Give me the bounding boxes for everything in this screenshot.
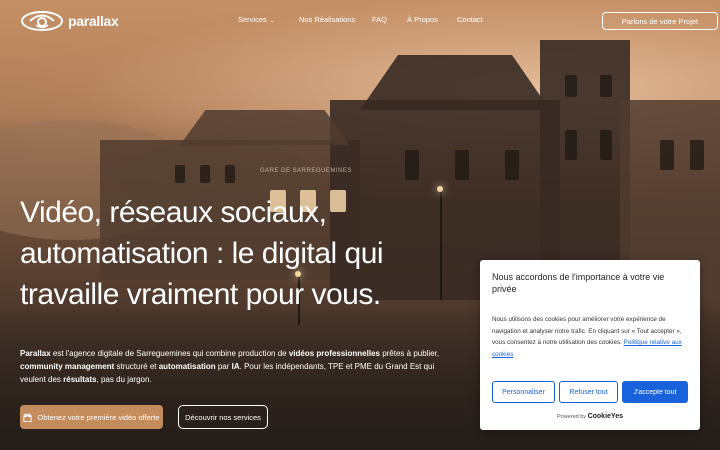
intro-segment: Parallax xyxy=(20,349,51,358)
headline-line: travaille vraiment pour vous. xyxy=(20,278,381,311)
intro-segment: structuré et xyxy=(114,362,159,371)
cookie-powered-by: Powered by CookieYes xyxy=(480,413,700,420)
discover-services-button[interactable]: Découvrir nos services xyxy=(178,405,268,429)
powered-by-label: Powered by xyxy=(557,414,587,420)
cookie-reject-button[interactable]: Refuser tout xyxy=(559,381,618,403)
cookie-accept-button[interactable]: J'accepte tout xyxy=(622,381,688,403)
cookie-title: Nous accordons de l'importance à votre v… xyxy=(492,272,665,294)
intro-segment: est l'agence digitale de Sarreguemines q… xyxy=(50,349,289,358)
cookie-description: Nous utilisons des cookies pour améliore… xyxy=(492,314,692,360)
cookie-consent-banner: Nous accordons de l'importance à votre v… xyxy=(480,260,700,430)
site-header: parallax Services ⌄ Nos Réalisations FAQ … xyxy=(0,0,720,42)
headline-line: automatisation : le digital qui xyxy=(20,237,384,270)
eye-swirl-logo-icon xyxy=(21,11,63,31)
contact-project-button[interactable]: Parlons de votre Projet xyxy=(602,12,718,30)
cookieyes-logo: CookieYes xyxy=(587,413,623,420)
brand-name: parallax xyxy=(68,13,119,29)
station-sign: GARE DE SARREGUEMINES xyxy=(260,168,352,174)
hero-headline: Vidéo, réseaux sociaux, automatisation :… xyxy=(20,192,470,315)
intro-segment: vidéos professionnelles xyxy=(288,349,380,358)
nav-item-faq[interactable]: FAQ xyxy=(372,15,387,24)
nav-item-realisations[interactable]: Nos Réalisations xyxy=(299,15,355,24)
intro-segment: , pas du jargon. xyxy=(96,375,152,384)
headline-line: Vidéo, réseaux sociaux, xyxy=(20,196,327,229)
free-video-button[interactable]: Obtenez votre première vidéo offerte xyxy=(20,405,163,429)
intro-segment: par xyxy=(215,362,232,371)
nav-item-services[interactable]: Services ⌄ xyxy=(238,15,275,24)
intro-segment: IA xyxy=(231,362,240,371)
intro-segment: community management xyxy=(20,362,115,371)
nav-item-a-propos[interactable]: À Propos xyxy=(407,15,438,24)
free-video-button-label: Obtenez votre première vidéo offerte xyxy=(37,412,160,422)
nav-item-contact[interactable]: Contact xyxy=(457,15,483,24)
chevron-down-icon: ⌄ xyxy=(269,18,275,24)
brand-logo[interactable]: parallax xyxy=(20,10,119,32)
nav-item-label: Services xyxy=(238,15,267,24)
intro-segment: prêtes à publier, xyxy=(379,349,440,358)
cookie-customize-button[interactable]: Personnaliser xyxy=(492,381,555,403)
intro-segment: résultats xyxy=(63,375,97,384)
gift-icon xyxy=(23,412,33,422)
hero-intro-text: Parallax est l'agence digitale de Sarreg… xyxy=(20,347,460,386)
intro-segment: automatisation xyxy=(158,362,216,371)
